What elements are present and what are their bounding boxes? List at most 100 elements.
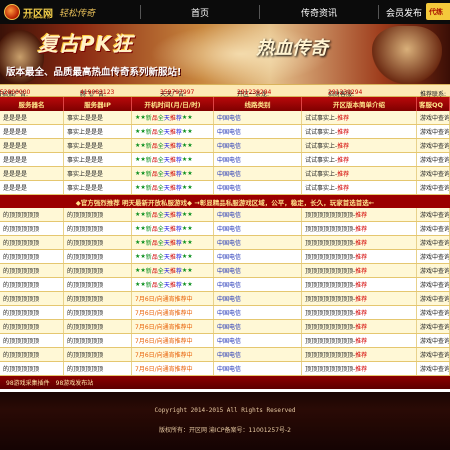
recommend-tag: 推荐: [355, 352, 368, 359]
server-name-cell[interactable]: 的顶顶顶顶顶: [0, 306, 64, 319]
server-ip-cell: 的顶顶顶顶顶: [64, 292, 132, 305]
version-intro-cell[interactable]: 顶顶顶顶顶顶顶顶- 推荐: [302, 292, 417, 305]
table-row[interactable]: 的顶顶顶顶顶 的顶顶顶顶顶 ★★ 新品全天推荐 ★★ 中国电信 顶顶顶顶顶顶顶顶- 推荐 游戏中…: [0, 208, 450, 222]
server-name-cell[interactable]: 的顶顶顶顶顶: [0, 208, 64, 221]
recommend-tag: 推荐: [355, 226, 368, 233]
table-row[interactable]: 的顶顶顶顶顶 的顶顶顶顶顶 7月6日/向通宵推荐中 中国电信 顶顶顶顶顶顶顶顶- 推荐 游戏…: [0, 292, 450, 306]
open-time-cell: ★★ 新品全天推荐 ★★: [132, 181, 214, 194]
open-time-cell: 7月6日/向通宵推荐中: [132, 306, 214, 319]
server-name-cell[interactable]: 是是是是: [0, 167, 64, 180]
server-name-cell[interactable]: 是是是是: [0, 181, 64, 194]
line-type-cell: 中国电信: [214, 111, 302, 124]
server-name-cell[interactable]: 的顶顶顶顶顶: [0, 278, 64, 291]
intro-text: 顶顶顶顶顶顶顶顶-: [305, 212, 356, 219]
service-qq-cell: 游戏中查询: [417, 320, 450, 333]
table-row[interactable]: 是是是是 事实上是是是 ★★ 新品全天推荐 ★★ 中国电信 试试事实上- 推荐 游戏中查询: [0, 125, 450, 139]
recommend-tag: 推荐: [355, 240, 368, 247]
version-intro-cell[interactable]: 顶顶顶顶顶顶顶顶- 推荐: [302, 348, 417, 361]
col-open-time: 开机时间(月/日/时): [132, 97, 214, 111]
table-row[interactable]: 的顶顶顶顶顶 的顶顶顶顶顶 ★★ 新品全天推荐 ★★ 中国电信 顶顶顶顶顶顶顶顶- 推荐 游戏中…: [0, 236, 450, 250]
server-name-cell[interactable]: 的顶顶顶顶顶: [0, 292, 64, 305]
version-intro-cell[interactable]: 试试事实上- 推荐: [302, 139, 417, 152]
time-text: 7月6日/向通宵推荐中: [135, 338, 193, 345]
version-intro-cell[interactable]: 顶顶顶顶顶顶顶顶- 推荐: [302, 334, 417, 347]
version-intro-cell[interactable]: 顶顶顶顶顶顶顶顶- 推荐: [302, 250, 417, 263]
table-row[interactable]: 是是是是 事实上是是是 ★★ 新品全天推荐 ★★ 中国电信 试试事实上- 推荐 游戏中查询: [0, 139, 450, 153]
star-icon: ★★: [181, 239, 193, 246]
logo-subtext: KAIQU.COM: [23, 15, 51, 20]
server-name-cell[interactable]: 是是是是: [0, 125, 64, 138]
server-ip-cell: 的顶顶顶顶顶: [64, 278, 132, 291]
table-row[interactable]: 是是是是 事实上是是是 ★★ 新品全天推荐 ★★ 中国电信 试试事实上- 推荐 游戏中查询: [0, 167, 450, 181]
bottom-link[interactable]: 98游戏采集插件: [6, 378, 50, 387]
open-time-cell: ★★ 新品全天推荐 ★★: [132, 278, 214, 291]
top-right-badge[interactable]: 代练: [426, 3, 450, 20]
table-row[interactable]: 的顶顶顶顶顶 的顶顶顶顶顶 7月6日/向通宵推荐中 中国电信 顶顶顶顶顶顶顶顶- 推荐 游戏…: [0, 320, 450, 334]
table-row[interactable]: 的顶顶顶顶顶 的顶顶顶顶顶 7月6日/向通宵推荐中 中国电信 顶顶顶顶顶顶顶顶- 推荐 游戏…: [0, 306, 450, 320]
recommend-tag: 推荐: [355, 212, 368, 219]
nav-member-publish[interactable]: 会员发布: [379, 0, 429, 24]
star-icon: ★★: [135, 128, 146, 135]
table-row[interactable]: 的顶顶顶顶顶 的顶顶顶顶顶 ★★ 新品全天推荐 ★★ 中国电信 顶顶顶顶顶顶顶顶- 推荐 游戏中…: [0, 278, 450, 292]
hero-banner[interactable]: 复古PK狂 版本最全、品质最高热血传奇系列新服站! 热血传奇: [0, 24, 450, 84]
version-intro-cell[interactable]: 试试事实上- 推荐: [302, 125, 417, 138]
server-ip-cell: 的顶顶顶顶顶: [64, 264, 132, 277]
version-intro-cell[interactable]: 试试事实上- 推荐: [302, 181, 417, 194]
intro-text: 试试事实上-: [305, 143, 338, 150]
server-ip-cell: 的顶顶顶顶顶: [64, 250, 132, 263]
version-intro-cell[interactable]: 顶顶顶顶顶顶顶顶- 推荐: [302, 222, 417, 235]
main-nav: 首页 传奇资讯 会员发布: [140, 0, 429, 24]
table-row[interactable]: 是是是是 事实上是是是 ★★ 新品全天推荐 ★★ 中国电信 试试事实上- 推荐 游戏中查询: [0, 111, 450, 125]
site-logo[interactable]: 开区网 KAIQU.COM 轻松传奇: [0, 0, 140, 24]
server-name-cell[interactable]: 是是是是: [0, 153, 64, 166]
server-name-cell[interactable]: 的顶顶顶顶顶: [0, 362, 64, 375]
server-name-cell[interactable]: 的顶顶顶顶顶: [0, 334, 64, 347]
server-name-cell[interactable]: 的顶顶顶顶顶: [0, 320, 64, 333]
star-icon: ★★: [181, 142, 193, 149]
intro-text: 顶顶顶顶顶顶顶顶-: [305, 366, 356, 373]
version-intro-cell[interactable]: 顶顶顶顶顶顶顶顶- 推荐: [302, 306, 417, 319]
table-row[interactable]: 是是是是 事实上是是是 ★★ 新品全天推荐 ★★ 中国电信 试试事实上- 推荐 游戏中查询: [0, 153, 450, 167]
table-row[interactable]: 的顶顶顶顶顶 的顶顶顶顶顶 ★★ 新品全天推荐 ★★ 中国电信 顶顶顶顶顶顶顶顶- 推荐 游戏中…: [0, 264, 450, 278]
star-icon: ★★: [135, 114, 146, 121]
announcement-bar[interactable]: ◆官方强烈推荐 明天最新开放私服游戏◆ →彰显精品私服游戏区域，公平，稳定，长久…: [0, 195, 450, 208]
server-name-cell[interactable]: 是是是是: [0, 111, 64, 124]
nav-home[interactable]: 首页: [141, 0, 259, 24]
ad-value: 291239294: [328, 89, 363, 96]
line-type-cell: 中国电信: [214, 139, 302, 152]
col-version-intro: 开区版本简单介绍: [302, 97, 417, 111]
bottom-link[interactable]: 98游戏发布站: [56, 378, 94, 387]
version-intro-cell[interactable]: 顶顶顶顶顶顶顶顶- 推荐: [302, 362, 417, 375]
version-intro-cell[interactable]: 试试事实上- 推荐: [302, 111, 417, 124]
version-intro-cell[interactable]: 顶顶顶顶顶顶顶顶- 推荐: [302, 208, 417, 221]
server-name-cell[interactable]: 的顶顶顶顶顶: [0, 250, 64, 263]
version-intro-cell[interactable]: 顶顶顶顶顶顶顶顶- 推荐: [302, 278, 417, 291]
table-row[interactable]: 的顶顶顶顶顶 的顶顶顶顶顶 7月6日/向通宵推荐中 中国电信 顶顶顶顶顶顶顶顶- 推荐 游戏…: [0, 362, 450, 376]
version-intro-cell[interactable]: 顶顶顶顶顶顶顶顶- 推荐: [302, 236, 417, 249]
table-row[interactable]: 的顶顶顶顶顶 的顶顶顶顶顶 7月6日/向通宵推荐中 中国电信 顶顶顶顶顶顶顶顶- 推荐 游戏…: [0, 334, 450, 348]
line-type-cell: 中国电信: [214, 334, 302, 347]
server-name-cell[interactable]: 的顶顶顶顶顶: [0, 348, 64, 361]
nav-news[interactable]: 传奇资讯: [260, 0, 378, 24]
recommend-tag: 推荐: [355, 310, 368, 317]
table-row[interactable]: 的顶顶顶顶顶 的顶顶顶顶顶 ★★ 新品全天推荐 ★★ 中国电信 顶顶顶顶顶顶顶顶- 推荐 游戏中…: [0, 250, 450, 264]
table-row[interactable]: 是是是是 事实上是是是 ★★ 新品全天推荐 ★★ 中国电信 试试事实上- 推荐 游戏中查询: [0, 181, 450, 195]
server-name-cell[interactable]: 的顶顶顶顶顶: [0, 222, 64, 235]
server-name-cell[interactable]: 是是是是: [0, 139, 64, 152]
version-intro-cell[interactable]: 试试事实上- 推荐: [302, 167, 417, 180]
server-list: 的顶顶顶顶顶 的顶顶顶顶顶 ★★ 新品全天推荐 ★★ 中国电信 顶顶顶顶顶顶顶顶- 推荐 游戏中…: [0, 208, 450, 376]
table-row[interactable]: 的顶顶顶顶顶 的顶顶顶顶顶 7月6日/向通宵推荐中 中国电信 顶顶顶顶顶顶顶顶- 推荐 游戏…: [0, 348, 450, 362]
table-row[interactable]: 的顶顶顶顶顶 的顶顶顶顶顶 ★★ 新品全天推荐 ★★ 中国电信 顶顶顶顶顶顶顶顶- 推荐 游戏中…: [0, 222, 450, 236]
server-name-cell[interactable]: 的顶顶顶顶顶: [0, 236, 64, 249]
open-time-cell: ★★ 新品全天推荐 ★★: [132, 236, 214, 249]
version-intro-cell[interactable]: 顶顶顶顶顶顶顶顶- 推荐: [302, 320, 417, 333]
service-qq-cell: 游戏中查询: [417, 250, 450, 263]
recommend-tag: 推荐: [355, 296, 368, 303]
line-type-cell: 中国电信: [214, 222, 302, 235]
version-intro-cell[interactable]: 试试事实上- 推荐: [302, 153, 417, 166]
star-icon: ★★: [181, 253, 193, 260]
open-time-cell: 7月6日/向通宵推荐中: [132, 334, 214, 347]
server-name-cell[interactable]: 的顶顶顶顶顶: [0, 264, 64, 277]
version-intro-cell[interactable]: 顶顶顶顶顶顶顶顶- 推荐: [302, 264, 417, 277]
intro-text: 顶顶顶顶顶顶顶顶-: [305, 338, 356, 345]
